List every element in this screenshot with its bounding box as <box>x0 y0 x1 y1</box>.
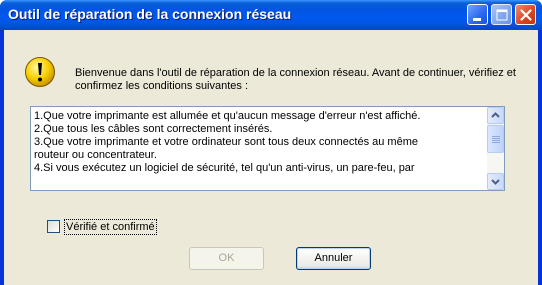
vertical-scrollbar[interactable] <box>487 107 504 190</box>
dialog-body: Bienvenue dans l'outil de réparation de … <box>4 30 538 285</box>
confirm-checkbox-label[interactable]: Vérifié et confirmé <box>64 219 157 235</box>
intro-message: Bienvenue dans l'outil de réparation de … <box>75 67 516 92</box>
scroll-down-button[interactable] <box>487 173 504 190</box>
window-title: Outil de réparation de la connexion rése… <box>8 6 292 22</box>
cancel-button[interactable]: Annuler <box>296 247 371 270</box>
dialog-window: Outil de réparation de la connexion rése… <box>0 0 542 285</box>
conditions-text: 1.Que votre imprimante est allumée et qu… <box>34 110 484 175</box>
condition-line: 3.Que votre imprimante et votre ordinate… <box>34 136 418 148</box>
conditions-textbox[interactable]: 1.Que votre imprimante est allumée et qu… <box>30 106 505 191</box>
scroll-up-button[interactable] <box>487 107 504 124</box>
confirm-checkbox[interactable] <box>47 220 60 233</box>
condition-line: 4.Si vous exécutez un logiciel de sécuri… <box>34 162 415 174</box>
scroll-thumb[interactable] <box>487 125 504 153</box>
close-icon <box>520 9 532 21</box>
condition-line: 1.Que votre imprimante est allumée et qu… <box>34 110 421 122</box>
minimize-icon <box>473 18 481 21</box>
maximize-icon <box>496 9 508 21</box>
condition-line: routeur ou concentrateur. <box>34 149 157 161</box>
chevron-up-icon <box>491 112 500 118</box>
title-bar[interactable]: Outil de réparation de la connexion rése… <box>0 0 542 30</box>
ok-button[interactable]: OK <box>189 247 264 270</box>
maximize-button[interactable] <box>491 4 512 25</box>
warning-icon <box>25 57 55 87</box>
close-button[interactable] <box>515 4 536 25</box>
minimize-button[interactable] <box>467 4 488 25</box>
condition-line: 2.Que tous les câbles sont correctement … <box>34 123 273 135</box>
chevron-down-icon <box>491 179 500 185</box>
